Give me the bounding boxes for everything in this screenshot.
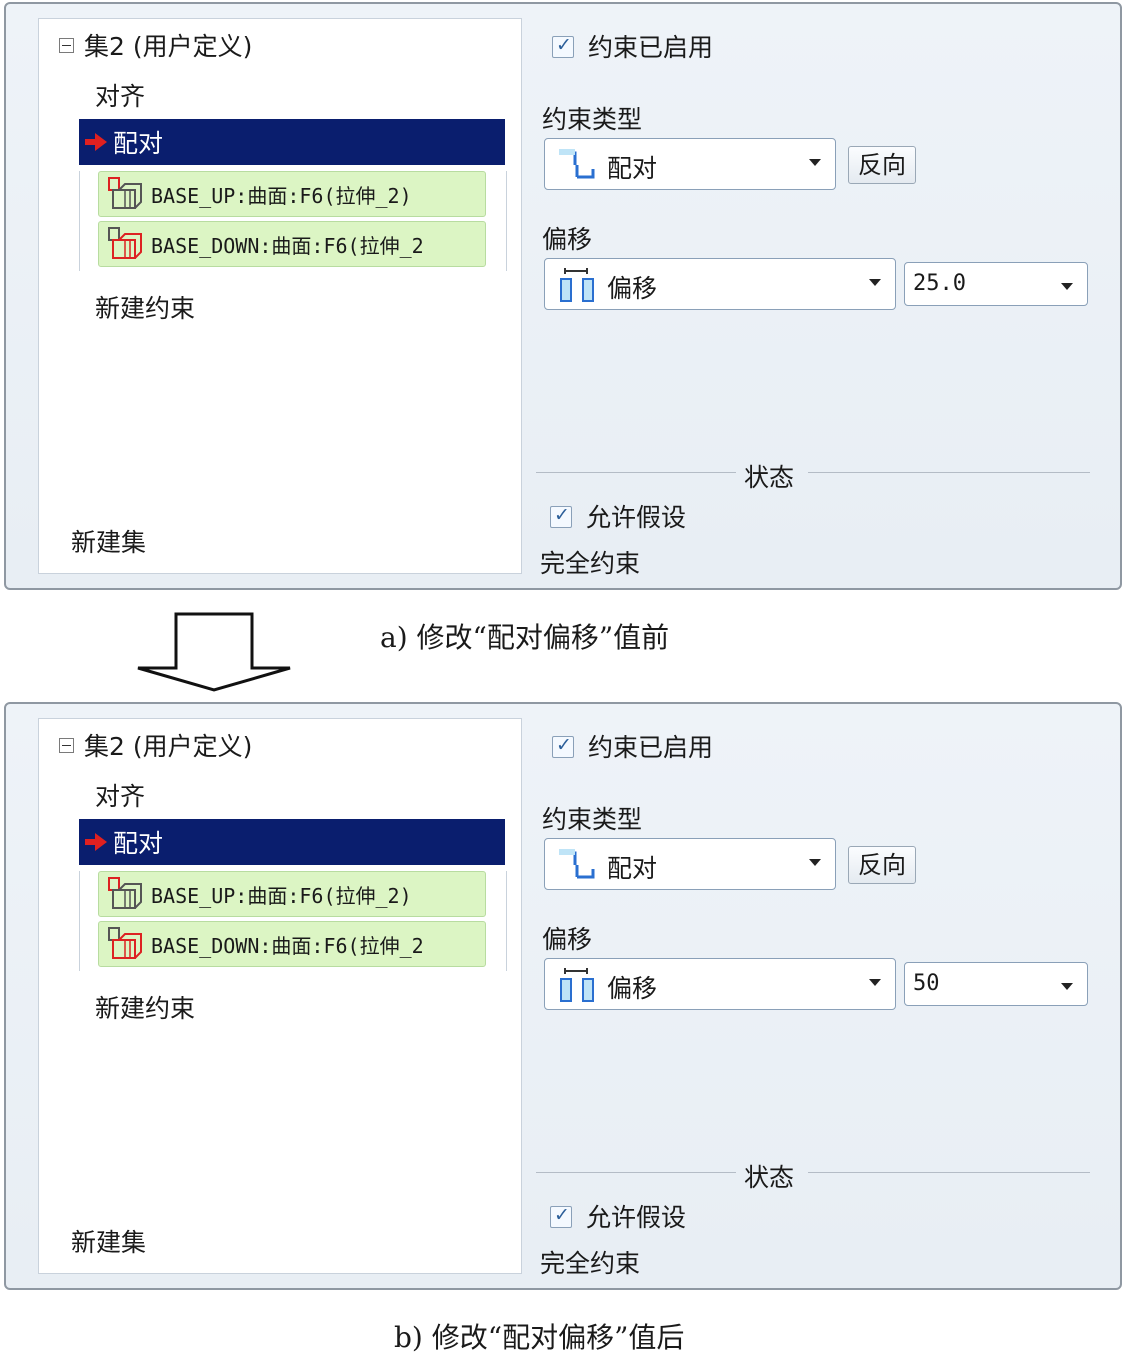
divider: [536, 1172, 736, 1173]
check-icon: ✓: [554, 1204, 570, 1226]
tree-item-mate-selected[interactable]: 配对: [79, 819, 505, 865]
new-set-item[interactable]: 新建集: [71, 523, 146, 559]
chevron-down-icon: [869, 279, 881, 286]
divider: [808, 1172, 1090, 1173]
check-icon: ✓: [554, 504, 570, 526]
tree-item-align[interactable]: 对齐: [95, 777, 145, 813]
offset-value-dropdown[interactable]: 25.0: [904, 262, 1088, 306]
allow-assumptions-label: 允许假设: [586, 503, 687, 532]
tree-root-label: 集2 (用户定义): [84, 32, 253, 61]
reference-item[interactable]: BASE_UP:曲面:F6(拉伸_2): [98, 871, 486, 917]
collapse-icon[interactable]: [59, 37, 74, 53]
reference-label: BASE_UP:曲面:F6(拉伸_2): [151, 183, 412, 208]
surface-ref-icon: [108, 877, 142, 909]
offset-label: 偏移: [542, 225, 593, 254]
tree-root-set[interactable]: 集2 (用户定义): [59, 727, 252, 763]
constraint-type-label: 约束类型: [542, 105, 643, 134]
status-title: 状态: [744, 1163, 795, 1192]
collapse-icon[interactable]: [59, 737, 74, 753]
constraint-enabled-label: 约束已启用: [588, 33, 714, 62]
constraint-enabled-checkbox[interactable]: ✓: [552, 734, 574, 758]
offset-value: 50: [913, 971, 940, 996]
offset-type-dropdown[interactable]: 偏移: [544, 958, 896, 1010]
tree-item-mate-label: 配对: [113, 129, 164, 158]
status-text: 完全约束: [540, 1249, 641, 1278]
tree-item-align[interactable]: 对齐: [95, 77, 145, 113]
offset-icon: [560, 968, 594, 1002]
tree-root-label: 集2 (用户定义): [84, 732, 253, 761]
caption-after: b) 修改“配对偏移”值后: [394, 1321, 685, 1354]
divider: [536, 472, 736, 473]
reference-item[interactable]: BASE_DOWN:曲面:F6(拉伸_2: [98, 921, 486, 967]
constraint-panel-after: 集2 (用户定义) 对齐 配对 BASE_UP:曲面:F6(拉伸_2) BASE…: [4, 702, 1122, 1290]
caption-before: a) 修改“配对偏移”值前: [380, 621, 670, 654]
surface-ref-icon: [108, 227, 142, 259]
reference-label: BASE_DOWN:曲面:F6(拉伸_2: [151, 933, 424, 958]
surface-ref-icon: [108, 177, 142, 209]
new-constraint-item[interactable]: 新建约束: [95, 289, 195, 325]
reference-list: BASE_UP:曲面:F6(拉伸_2) BASE_DOWN:曲面:F6(拉伸_2: [79, 171, 507, 271]
status-title: 状态: [744, 463, 795, 492]
constraint-properties: ✓ 约束已启用 约束类型 配对 反向 偏移 偏移 25.0 状态 ✓ 允许假设 …: [536, 4, 1096, 584]
constraint-properties: ✓ 约束已启用 约束类型 配对 反向 偏移 偏移 50 状态 ✓ 允许假设 完全…: [536, 704, 1096, 1284]
constraint-type-dropdown[interactable]: 配对: [544, 138, 836, 190]
mate-constraint-icon: [559, 149, 595, 179]
offset-label: 偏移: [542, 925, 593, 954]
reference-item[interactable]: BASE_UP:曲面:F6(拉伸_2): [98, 171, 486, 217]
offset-type-dropdown[interactable]: 偏移: [544, 258, 896, 310]
allow-assumptions-label: 允许假设: [586, 1203, 687, 1232]
tree-root-set[interactable]: 集2 (用户定义): [59, 27, 252, 63]
flip-button[interactable]: 反向: [848, 846, 916, 884]
tree-item-mate-selected[interactable]: 配对: [79, 119, 505, 165]
reference-list: BASE_UP:曲面:F6(拉伸_2) BASE_DOWN:曲面:F6(拉伸_2: [79, 871, 507, 971]
constraint-tree: 集2 (用户定义) 对齐 配对 BASE_UP:曲面:F6(拉伸_2) BASE…: [38, 18, 522, 574]
new-set-item[interactable]: 新建集: [71, 1223, 146, 1259]
constraint-enabled-checkbox[interactable]: ✓: [552, 34, 574, 58]
constraint-type-value: 配对: [607, 854, 658, 883]
reference-label: BASE_DOWN:曲面:F6(拉伸_2: [151, 233, 424, 258]
allow-assumptions-checkbox[interactable]: ✓: [550, 1204, 572, 1228]
down-arrow-icon: [137, 612, 291, 692]
red-arrow-icon: [85, 133, 107, 151]
chevron-down-icon: [809, 159, 821, 166]
constraint-type-value: 配对: [607, 154, 658, 183]
mate-constraint-icon: [559, 849, 595, 879]
constraint-enabled-label: 约束已启用: [588, 733, 714, 762]
chevron-down-icon: [869, 979, 881, 986]
surface-ref-icon: [108, 927, 142, 959]
constraint-panel-before: 集2 (用户定义) 对齐 配对 BASE_UP:曲面:F6(拉伸_2) BASE…: [4, 2, 1122, 590]
status-text: 完全约束: [540, 549, 641, 578]
constraint-type-dropdown[interactable]: 配对: [544, 838, 836, 890]
offset-value: 25.0: [913, 271, 966, 296]
offset-value-dropdown[interactable]: 50: [904, 962, 1088, 1006]
allow-assumptions-checkbox[interactable]: ✓: [550, 504, 572, 528]
reference-label: BASE_UP:曲面:F6(拉伸_2): [151, 883, 412, 908]
chevron-down-icon: [1061, 283, 1073, 290]
divider: [808, 472, 1090, 473]
red-arrow-icon: [85, 833, 107, 851]
offset-icon: [560, 268, 594, 302]
check-icon: ✓: [556, 734, 572, 756]
check-icon: ✓: [556, 34, 572, 56]
new-constraint-item[interactable]: 新建约束: [95, 989, 195, 1025]
chevron-down-icon: [1061, 983, 1073, 990]
reference-item[interactable]: BASE_DOWN:曲面:F6(拉伸_2: [98, 221, 486, 267]
offset-type-value: 偏移: [607, 974, 658, 1003]
constraint-type-label: 约束类型: [542, 805, 643, 834]
offset-type-value: 偏移: [607, 274, 658, 303]
constraint-tree: 集2 (用户定义) 对齐 配对 BASE_UP:曲面:F6(拉伸_2) BASE…: [38, 718, 522, 1274]
flip-button[interactable]: 反向: [848, 146, 916, 184]
chevron-down-icon: [809, 859, 821, 866]
tree-item-mate-label: 配对: [113, 829, 164, 858]
